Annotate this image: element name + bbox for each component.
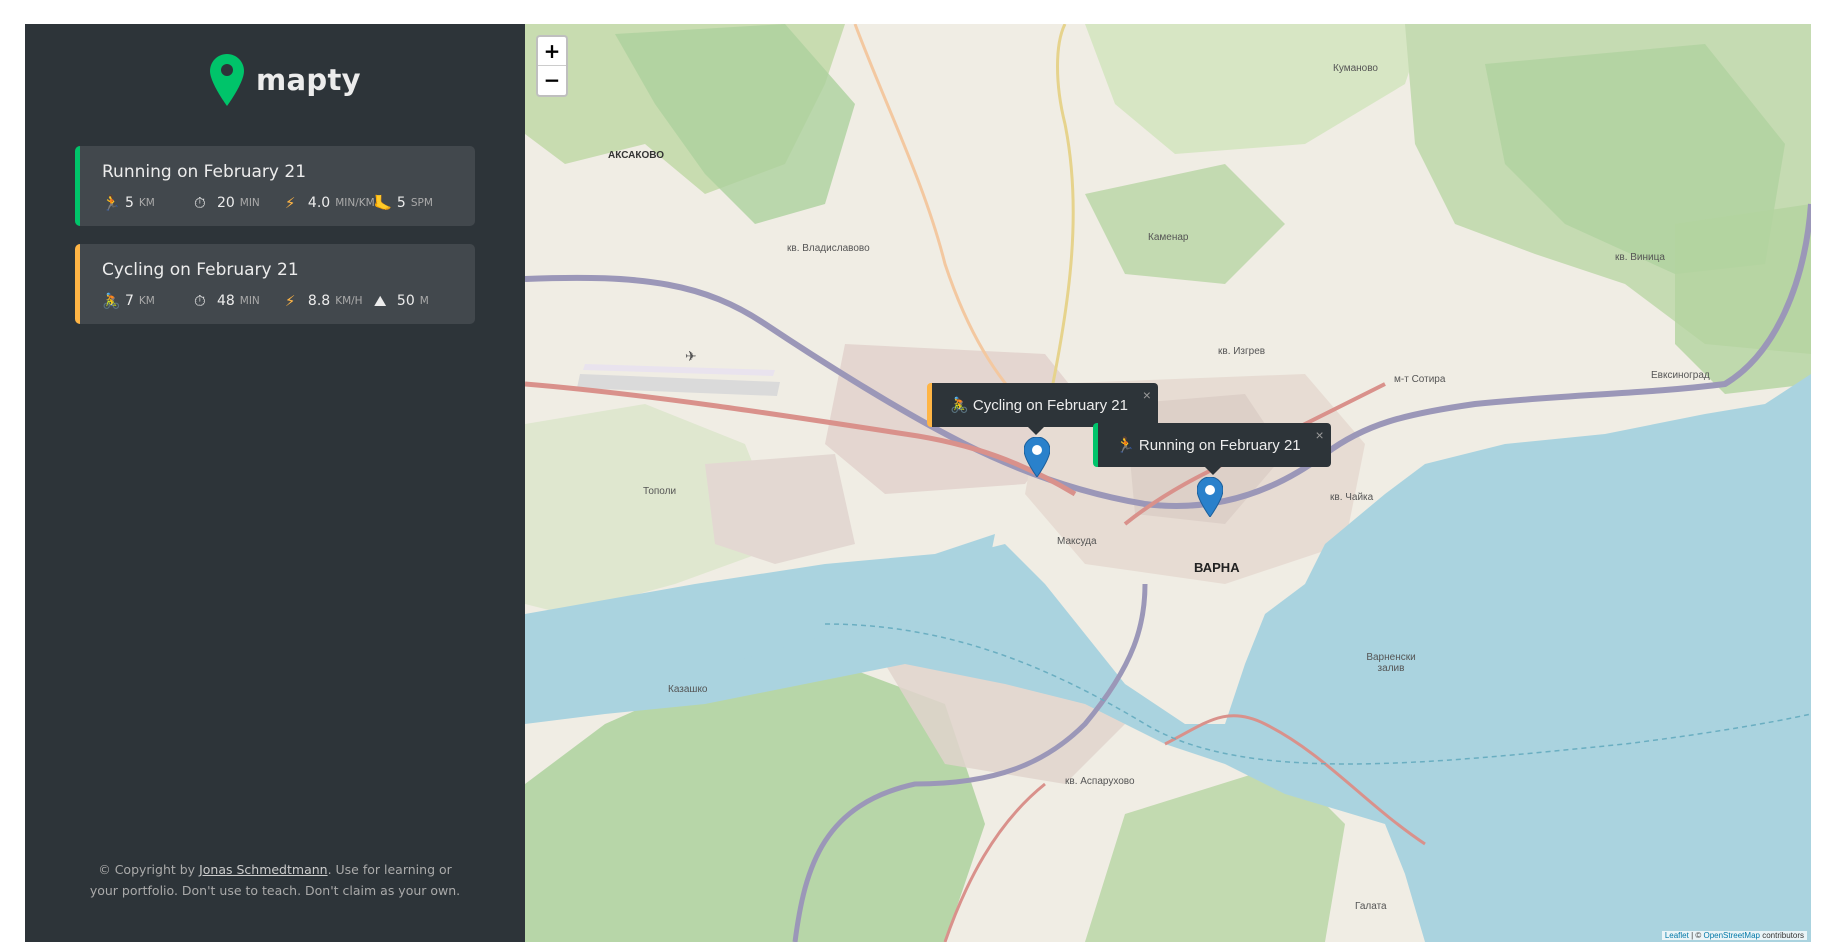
map-tiles: ✈ [525, 24, 1811, 942]
workout-cadence: 🦶 5 spm [374, 194, 453, 212]
map-label-topoli: Тополи [643, 486, 677, 497]
map-label-kv-asparuhovo: кв. Аспарухово [1065, 776, 1135, 787]
map[interactable]: ✈ ВАРНА АКСАКОВО Варненски залив Казашко… [525, 24, 1811, 942]
map-pin-logo-icon [210, 54, 244, 106]
duration-value: 20 [216, 195, 235, 211]
map-label-varnenski-zaliv: Варненски залив [1366, 652, 1416, 674]
map-label-varna: ВАРНА [1194, 560, 1240, 575]
distance-unit: km [138, 295, 155, 307]
zoom-control: + − [536, 35, 568, 97]
copyright: © Copyright by Jonas Schmedtmann. Use fo… [85, 859, 465, 901]
cyclist-icon: 🚴 [102, 292, 121, 310]
workout-distance: 🏃 5 km [102, 194, 194, 212]
popup-text: Cycling on February 21 [972, 397, 1128, 414]
osm-link[interactable]: OpenStreetMap [1703, 931, 1759, 940]
duration-value: 48 [216, 293, 235, 309]
map-label-kazashko: Казашко [668, 684, 708, 695]
zoom-in-button[interactable]: + [538, 37, 566, 66]
map-attribution: Leaflet | © OpenStreetMap contributors [1661, 931, 1807, 940]
map-label-kv-chayka: кв. Чайка [1330, 492, 1374, 503]
map-label-galata: Галата [1355, 901, 1387, 912]
workout-elevation: ⛰ 50 m [374, 292, 453, 310]
foot-icon: 🦶 [373, 194, 393, 212]
workout-title: Running on February 21 [102, 162, 307, 182]
elevation-value: 50 [396, 293, 415, 309]
duration-unit: min [239, 197, 260, 209]
distance-value: 7 [125, 293, 134, 309]
svg-text:✈: ✈ [685, 349, 697, 365]
cadence-value: 5 [396, 195, 406, 211]
popup-close-button[interactable]: × [1315, 427, 1323, 443]
map-label-m-t-sotira: м-т Сотира [1394, 374, 1446, 385]
map-label-kv-vinitsa: кв. Виница [1615, 252, 1665, 263]
attribution-sep: | © [1688, 931, 1704, 940]
stopwatch-icon: ⏱ [193, 292, 206, 310]
workout-duration: ⏱ 20 min [194, 194, 285, 212]
stopwatch-icon: ⏱ [193, 194, 206, 212]
map-label-kv-vladislavovo: кв. Владиславово [787, 243, 870, 254]
sidebar: mapty Running on February 21 🏃 5 km ⏱ 20… [25, 24, 525, 942]
leaflet-link[interactable]: Leaflet [1665, 931, 1689, 940]
attribution-tail: contributors [1759, 931, 1804, 940]
zoom-out-button[interactable]: − [538, 66, 566, 95]
runner-icon: 🏃 [102, 194, 121, 212]
runner-icon: 🏃 [1116, 437, 1135, 454]
workout-distance: 🚴 7 km [102, 292, 194, 310]
workout-title: Cycling on February 21 [102, 260, 299, 280]
workout-card-cycling[interactable]: Cycling on February 21 🚴 7 km ⏱ 48 min ⚡ [75, 244, 475, 324]
elevation-unit: m [419, 295, 429, 307]
map-label-kamenar: Каменар [1148, 232, 1189, 243]
speed-value: 8.8 [307, 293, 331, 309]
map-label-kv-izgrev: кв. Изгрев [1218, 346, 1266, 357]
distance-value: 5 [125, 195, 134, 211]
popup-close-button[interactable]: × [1143, 387, 1151, 403]
pace-value: 4.0 [307, 195, 331, 211]
workout-pace: ⚡ 4.0 min/km [284, 194, 375, 212]
map-label-maksuda: Максуда [1057, 536, 1097, 547]
logo-text: mapty [256, 63, 361, 97]
workout-speed: ⚡ 8.8 km/h [285, 292, 374, 310]
map-label-aksakovo: АКСАКОВО [608, 150, 665, 161]
cyclist-icon: 🚴 [950, 397, 969, 414]
workout-details: 🚴 7 km ⏱ 48 min ⚡ 8.8 km/h [102, 292, 453, 310]
popup-text: Running on February 21 [1138, 437, 1301, 454]
map-marker-running[interactable] [1197, 477, 1223, 517]
speed-unit: km/h [335, 295, 363, 307]
map-marker-cycling[interactable] [1024, 437, 1050, 477]
duration-unit: min [239, 295, 260, 307]
map-label-evksinograd: Евксиноград [1651, 370, 1710, 381]
lightning-icon: ⚡ [284, 194, 296, 212]
logo: mapty [210, 54, 361, 106]
distance-unit: km [138, 197, 155, 209]
cadence-unit: spm [410, 197, 433, 209]
app: mapty Running on February 21 🏃 5 km ⏱ 20… [25, 24, 1811, 942]
pace-unit: min/km [335, 197, 375, 209]
popup-cycling[interactable]: 🚴 Cycling on February 21 × [927, 383, 1158, 435]
workout-duration: ⏱ 48 min [194, 292, 285, 310]
lightning-icon: ⚡ [284, 292, 296, 310]
copyright-prefix: © Copyright by [98, 862, 200, 877]
workout-card-running[interactable]: Running on February 21 🏃 5 km ⏱ 20 min ⚡ [75, 146, 475, 226]
author-link[interactable]: Jonas Schmedtmann [199, 862, 328, 877]
map-label-kumanovo: Куманово [1333, 63, 1378, 74]
mountain-icon: ⛰ [373, 292, 387, 310]
workout-list: Running on February 21 🏃 5 km ⏱ 20 min ⚡ [75, 146, 475, 342]
workout-details: 🏃 5 km ⏱ 20 min ⚡ 4.0 min/km [102, 194, 453, 212]
popup-running[interactable]: 🏃 Running on February 21 × [1093, 423, 1331, 475]
